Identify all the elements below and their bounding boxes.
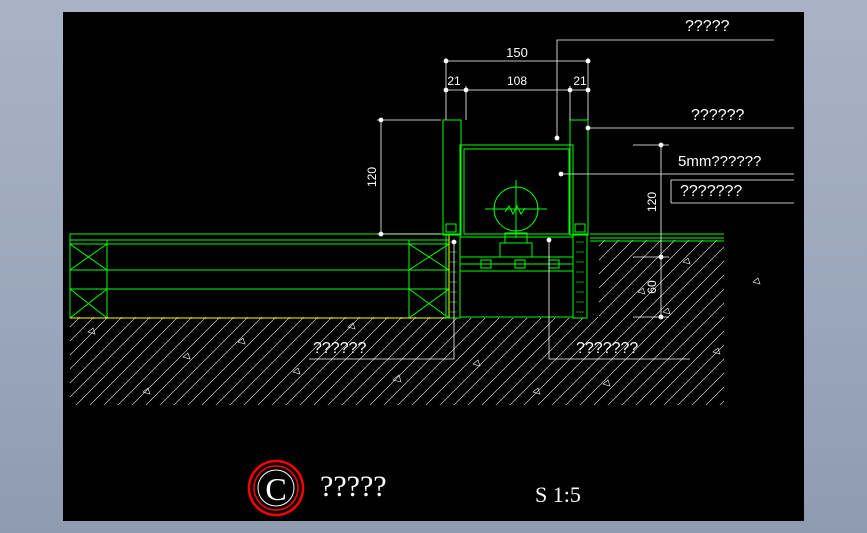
right-slab — [590, 233, 724, 242]
concrete-hatch-left — [70, 317, 456, 405]
trench-void — [456, 238, 596, 318]
callout-top: ????? — [685, 18, 730, 35]
section-marker-letter: C — [265, 471, 286, 507]
drawing-title: ????? — [320, 470, 387, 503]
cad-drawing-canvas: 150 21 108 21 120 120 60 ????? ?????? 5m… — [63, 12, 804, 521]
dim-total-width: 150 — [506, 45, 528, 60]
dim-left-gap: 21 — [447, 74, 461, 88]
drawing-scale: S 1:5 — [535, 482, 581, 507]
callout-frame: ?????? — [691, 107, 744, 124]
dim-inner-width: 108 — [507, 74, 527, 88]
callout-right-base: ??????? — [576, 340, 638, 357]
dim-right-gap: 21 — [573, 74, 587, 88]
callout-left-base: ?????? — [313, 340, 366, 357]
paving-block — [69, 233, 450, 319]
section-detail-drawing: 150 21 108 21 120 120 60 ????? ?????? 5m… — [69, 18, 794, 517]
callout-glass: 5mm?????? — [678, 153, 761, 170]
dim-base-height: 60 — [645, 280, 659, 294]
concrete-hatch-under-fixture — [456, 317, 599, 405]
concrete-hatch-right — [599, 240, 724, 405]
section-marker: C — [247, 459, 305, 517]
dim-right-height: 120 — [645, 192, 659, 212]
dim-left-height: 120 — [365, 167, 379, 187]
callout-lamp: ??????? — [680, 183, 742, 200]
